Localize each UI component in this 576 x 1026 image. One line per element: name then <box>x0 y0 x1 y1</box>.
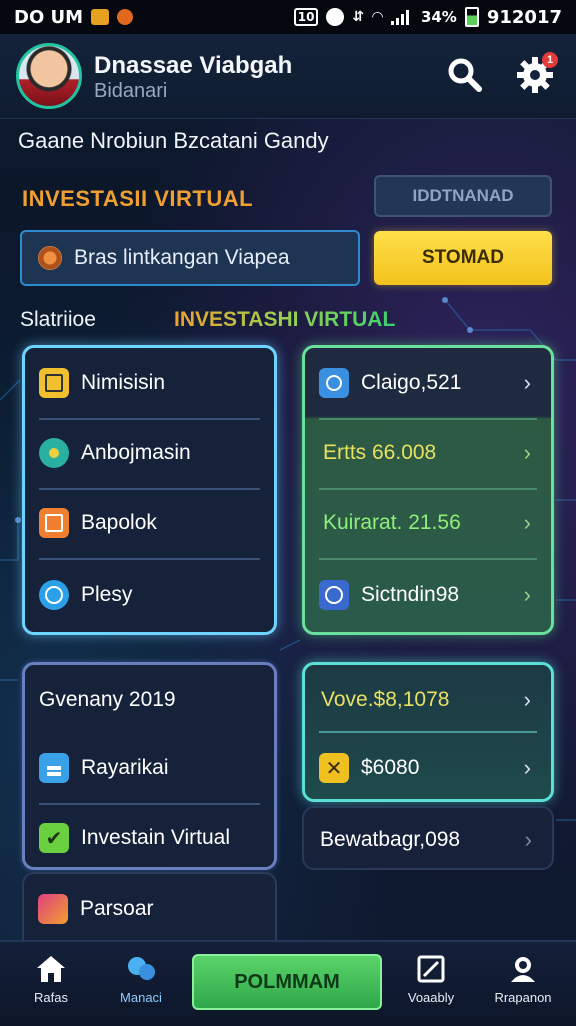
edit-icon <box>417 955 445 983</box>
alarm-icon <box>326 8 345 26</box>
nav-fourth[interactable]: Voaably <box>386 954 476 1005</box>
sync-icon: ⇵ <box>352 9 365 25</box>
extra-item-label: Parsoar <box>80 897 154 920</box>
history-item-label: Investain Virtual <box>81 826 231 849</box>
history-heading: Gvenany 2019 <box>25 665 274 735</box>
investment-value: Sictndin98 <box>361 583 460 606</box>
page-subtitle: Gaane Nrobiun Bzcatani Gandy <box>18 128 329 153</box>
investment-card-right: Claigo,521 › Ertts 66.008 › Kuirarat. 21… <box>302 345 554 635</box>
investment-value: Claigo,521 <box>361 371 462 394</box>
nav-label: Manaci <box>120 990 162 1005</box>
nav-second[interactable]: Manaci <box>96 954 186 1005</box>
search-doc-icon <box>319 368 349 398</box>
chevron-right-icon: › <box>523 440 531 465</box>
row-left-label: Slatriioe <box>20 308 96 331</box>
search-button[interactable] <box>442 52 488 98</box>
timer-icon <box>39 580 69 610</box>
nav-cta-button[interactable]: POLMMAM <box>192 954 382 1010</box>
balance-item-2[interactable]: ✕ $6080 › <box>305 733 551 803</box>
section-title: INVESTASII VIRTUAL <box>22 186 254 211</box>
nav-label: Rrapanon <box>494 990 552 1005</box>
menu-card-left: Nimisisin Anbojmasin Bapolok Plesy <box>22 345 277 635</box>
menu-item-2[interactable]: Anbojmasin <box>25 418 274 488</box>
menu-item-label: Plesy <box>81 583 133 606</box>
menu-item-1[interactable]: Nimisisin <box>25 348 274 418</box>
home-icon <box>37 956 65 982</box>
vibrate-icon: 10 <box>293 8 319 26</box>
menu-item-label: Anbojmasin <box>81 441 191 464</box>
chevron-right-icon: › <box>523 687 531 712</box>
search-input-value: Bras lintkangan Viapea <box>74 246 290 269</box>
menu-item-3[interactable]: Bapolok <box>25 488 274 558</box>
nav-home[interactable]: Rafas <box>6 954 96 1005</box>
nav-label: Rafas <box>34 990 68 1005</box>
investment-item-4[interactable]: Sictndin98 › <box>305 560 551 630</box>
app-notification-icon <box>91 9 110 25</box>
nav-fifth[interactable]: Rrapanon <box>478 954 568 1005</box>
bottom-nav: Rafas Manaci POLMMAM Voaably Rrapanon <box>0 940 576 1026</box>
menu-item-4[interactable]: Plesy <box>25 560 274 630</box>
chevron-right-icon: › <box>523 510 531 535</box>
search-icon <box>448 58 482 92</box>
battery-percent: 34% <box>420 8 457 26</box>
investment-item-1[interactable]: Claigo,521 › <box>305 348 551 418</box>
coin-icon <box>38 246 62 270</box>
extra-item[interactable]: Parsoar <box>24 874 275 944</box>
balance-value: Vove.$8,1078 <box>321 688 450 711</box>
profile-icon <box>511 957 535 982</box>
chevron-right-icon: › <box>523 755 531 780</box>
primary-button[interactable]: STOMAD <box>374 231 552 285</box>
avatar[interactable] <box>16 43 82 109</box>
settings-button[interactable]: 1 <box>512 52 558 98</box>
checkbox-icon <box>39 368 69 398</box>
nav-label: Voaably <box>407 990 455 1005</box>
app-header: Dnassae Viabgah Bidanari 1 <box>0 34 576 119</box>
secondary-button[interactable]: IDDTNANAD <box>374 175 552 217</box>
compass-icon <box>319 580 349 610</box>
history-card: Gvenany 2019 Rayarikai ✔ Investain Virtu… <box>22 662 277 870</box>
balance-card: Vove.$8,1078 › ✕ $6080 › <box>302 662 554 802</box>
crossed-tools-icon: ✕ <box>319 753 349 783</box>
chat-icon <box>128 957 155 980</box>
row-right-label: INVESTASHI VIRTUAL <box>174 308 396 331</box>
extra-card[interactable]: Parsoar <box>22 872 277 942</box>
user-name: Dnassae Viabgah <box>94 52 293 79</box>
investment-item-3[interactable]: Kuirarat. 21.56 › <box>305 488 551 558</box>
notification-badge: 1 <box>542 52 558 68</box>
status-bar: DO UM 10 ⇵ ◠ 34% 912017 <box>0 0 576 34</box>
balance-value: $6080 <box>361 756 420 779</box>
chevron-right-icon: › <box>523 582 531 607</box>
history-item-2[interactable]: ✔ Investain Virtual <box>25 803 274 873</box>
battery-icon <box>464 7 479 27</box>
app-notification-icon-2 <box>117 9 134 25</box>
checkmark-icon: ✔ <box>39 823 69 853</box>
summary-card[interactable]: Bewatbagr,098 › <box>302 806 554 870</box>
edit-icon <box>39 508 69 538</box>
investment-value: Kuirarat. 21.56 <box>323 511 461 534</box>
search-input[interactable]: Bras lintkangan Viapea <box>20 230 360 286</box>
chevron-right-icon: › <box>524 827 532 852</box>
document-icon <box>39 753 69 783</box>
menu-item-label: Nimisisin <box>81 371 165 394</box>
investment-item-2[interactable]: Ertts 66.008 › <box>305 418 551 488</box>
balance-item-1[interactable]: Vove.$8,1078 › <box>305 665 551 735</box>
history-heading-label: Gvenany 2019 <box>39 688 176 711</box>
menu-item-label: Bapolok <box>81 511 157 534</box>
gear-badge-icon <box>39 438 69 468</box>
summary-item[interactable]: Bewatbagr,098 › <box>304 805 552 875</box>
status-left-text: DO UM <box>14 6 84 28</box>
history-item-label: Rayarikai <box>81 756 169 779</box>
wifi-icon: ◠ <box>372 9 383 25</box>
investment-value: Ertts 66.008 <box>323 441 437 464</box>
chevron-right-icon: › <box>523 370 531 395</box>
user-subtitle: Bidanari <box>94 80 168 102</box>
folder-icon <box>38 894 68 924</box>
signal-icon <box>390 10 409 25</box>
history-item-1[interactable]: Rayarikai <box>25 733 274 803</box>
summary-value: Bewatbagr,098 <box>320 828 461 851</box>
status-clock: 912017 <box>486 6 562 28</box>
